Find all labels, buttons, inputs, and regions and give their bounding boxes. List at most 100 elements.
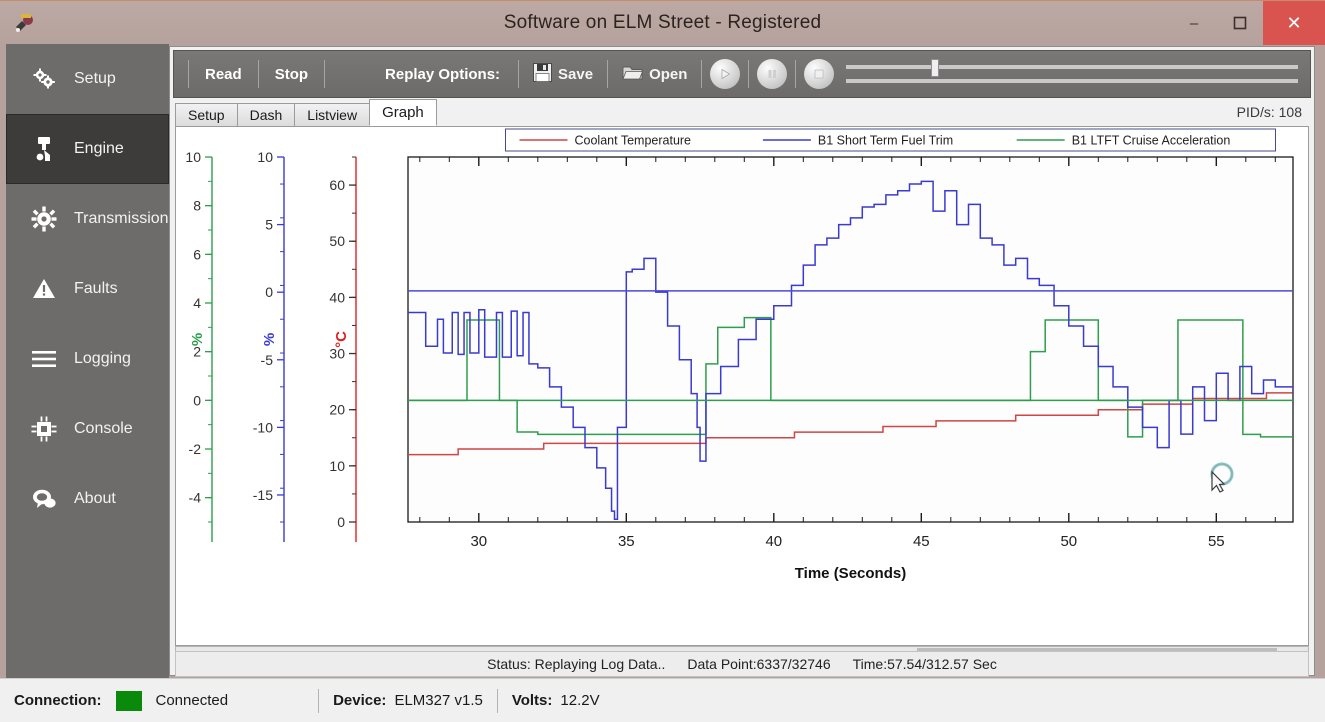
device-value: ELM327 v1.5	[394, 692, 483, 709]
volts-value: 12.2V	[560, 692, 600, 709]
sidebar: Setup Engine Transmission Faults Logging…	[6, 44, 169, 678]
toolbar-divider	[748, 60, 750, 88]
warning-triangle-icon	[24, 271, 64, 307]
svg-text:10: 10	[185, 149, 201, 165]
tab-bar: Setup Dash Listview Graph	[175, 99, 1309, 126]
piston-icon	[24, 131, 64, 167]
svg-text:30: 30	[470, 533, 487, 550]
sidebar-item-label: Console	[74, 420, 133, 437]
slider-track-bottom	[846, 79, 1298, 83]
toolbar: Read Stop Replay Options: Save Open	[173, 50, 1311, 98]
svg-text:6: 6	[193, 246, 201, 262]
sidebar-item-transmission[interactable]: Transmission	[6, 184, 169, 254]
sidebar-item-label: Engine	[74, 140, 124, 157]
gears-icon	[24, 61, 64, 97]
toolbar-divider	[188, 60, 189, 88]
window-controls: – ✕	[1171, 1, 1325, 45]
slider-track-top	[846, 65, 1298, 69]
sidebar-item-faults[interactable]: Faults	[6, 254, 169, 324]
play-button[interactable]	[710, 59, 741, 89]
sidebar-item-label: Faults	[74, 280, 118, 297]
stop-record-button[interactable]	[804, 59, 835, 89]
sidebar-item-console[interactable]: Console	[6, 394, 169, 464]
pause-button[interactable]	[757, 59, 788, 89]
close-button[interactable]: ✕	[1263, 1, 1325, 45]
multi-axis-line-chart[interactable]: Coolant Temperature B1 Short Term Fuel Tr…	[176, 127, 1308, 645]
svg-text:-2: -2	[189, 441, 202, 457]
tab-listview[interactable]: Listview	[294, 103, 371, 126]
svg-text:-10: -10	[253, 419, 273, 435]
title-bar: Software on ELM Street - Registered – ✕	[0, 0, 1325, 45]
toolbar-divider	[607, 60, 609, 88]
svg-text:10: 10	[329, 458, 345, 474]
toolbar-divider	[324, 60, 326, 88]
replay-options-label: Replay Options:	[385, 65, 501, 83]
data-point-text: Data Point:6337/32746	[687, 656, 831, 672]
floppy-disk-icon	[533, 62, 553, 86]
svg-text:55: 55	[1208, 533, 1225, 550]
svg-text:%: %	[261, 333, 278, 346]
svg-text:20: 20	[329, 402, 345, 418]
svg-text:Coolant Temperature: Coolant Temperature	[575, 134, 692, 148]
main-panel: Read Stop Replay Options: Save Open Setu…	[169, 46, 1315, 677]
svg-text:-4: -4	[189, 490, 202, 506]
pid-rate-label: PID/s: 108	[1236, 104, 1302, 120]
svg-text:50: 50	[1060, 533, 1077, 550]
sidebar-item-label: Setup	[74, 70, 116, 87]
toolbar-divider	[795, 60, 797, 88]
svg-text:0: 0	[337, 514, 345, 530]
chip-icon	[24, 411, 64, 447]
sidebar-item-engine[interactable]: Engine	[6, 114, 169, 184]
svg-text:8: 8	[193, 198, 201, 214]
toolbar-divider	[701, 60, 703, 88]
svg-text:60: 60	[329, 177, 345, 193]
speech-bubble-icon	[24, 481, 64, 517]
svg-text:-15: -15	[253, 487, 273, 503]
tab-dash[interactable]: Dash	[236, 103, 296, 126]
minimize-button[interactable]: –	[1171, 1, 1217, 45]
toolbar-divider	[518, 60, 520, 88]
tab-graph[interactable]: Graph	[369, 99, 437, 126]
svg-text:%: %	[189, 333, 206, 346]
svg-text:°C: °C	[333, 331, 350, 348]
bottom-divider	[318, 688, 320, 713]
save-button[interactable]: Save	[527, 61, 599, 88]
read-button[interactable]: Read	[197, 64, 250, 85]
stop-button[interactable]: Stop	[267, 64, 316, 85]
svg-text:-5: -5	[261, 352, 274, 368]
svg-text:5: 5	[265, 217, 273, 233]
device-label: Device:	[333, 692, 387, 709]
folder-icon	[622, 64, 644, 85]
connection-label: Connection:	[14, 692, 102, 709]
svg-text:0: 0	[193, 392, 201, 408]
status-text: Status: Replaying Log Data..	[487, 656, 666, 672]
sidebar-item-about[interactable]: About	[6, 464, 169, 534]
svg-text:0: 0	[265, 284, 273, 300]
gear-icon	[24, 201, 64, 237]
sidebar-item-setup[interactable]: Setup	[6, 44, 169, 114]
tab-setup[interactable]: Setup	[175, 103, 238, 126]
window-title: Software on ELM Street - Registered	[503, 12, 822, 33]
svg-text:35: 35	[618, 533, 635, 550]
svg-text:50: 50	[329, 233, 345, 249]
save-label: Save	[558, 65, 594, 83]
maximize-button[interactable]	[1217, 1, 1263, 45]
volts-label: Volts:	[511, 692, 553, 709]
svg-text:Time (Seconds): Time (Seconds)	[795, 565, 906, 582]
svg-text:B1 LTFT Cruise Acceleration: B1 LTFT Cruise Acceleration	[1072, 134, 1231, 148]
slider-thumb[interactable]	[931, 59, 940, 77]
sidebar-item-label: About	[74, 490, 116, 507]
connection-status-led	[115, 690, 142, 711]
graph-panel: Coolant Temperature B1 Short Term Fuel Tr…	[175, 126, 1309, 646]
open-label: Open	[649, 65, 688, 83]
svg-text:4: 4	[193, 295, 201, 311]
bottom-divider	[496, 688, 498, 713]
replay-position-slider[interactable]	[846, 57, 1298, 91]
open-button[interactable]: Open	[616, 62, 693, 87]
svg-text:40: 40	[765, 533, 782, 550]
toolbar-divider	[257, 60, 259, 88]
svg-text:10: 10	[257, 149, 273, 165]
lines-icon	[24, 341, 64, 377]
sidebar-item-logging[interactable]: Logging	[6, 324, 169, 394]
sidebar-item-label: Logging	[74, 350, 131, 367]
